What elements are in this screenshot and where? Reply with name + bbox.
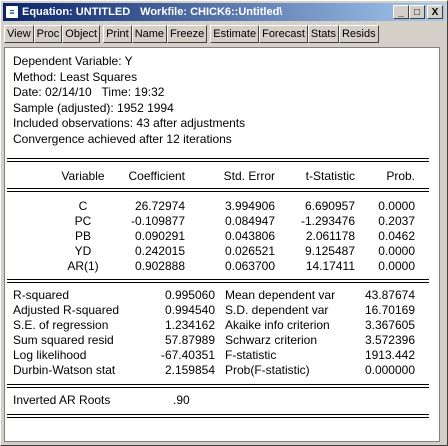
print-button[interactable]: Print bbox=[103, 25, 132, 43]
output-pane[interactable]: Dependent Variable: Y Method: Least Squa… bbox=[4, 47, 440, 442]
stat-label: Mean dependent var bbox=[225, 288, 336, 302]
divider bbox=[7, 279, 429, 283]
maximize-button[interactable]: □ bbox=[409, 5, 425, 19]
stat-label: Schwarz criterion bbox=[225, 333, 318, 347]
window-title: Equation: UNTITLED bbox=[22, 6, 131, 18]
stat-value: -67.40351 bbox=[160, 348, 215, 362]
table-cell: -0.109877 bbox=[130, 214, 185, 228]
toolbar: View Proc Object Print Name Freeze Estim… bbox=[4, 25, 379, 44]
stat-label: Prob(F-statistic) bbox=[225, 363, 310, 377]
view-button[interactable]: View bbox=[4, 25, 34, 43]
header-coefficient: Coefficient bbox=[128, 169, 185, 183]
table-cell: 0.063700 bbox=[224, 259, 275, 273]
title-bar[interactable]: ≡ Equation: UNTITLED Workfile: CHICK6::U… bbox=[3, 3, 445, 21]
stat-label: S.D. dependent var bbox=[225, 303, 329, 317]
estimate-button[interactable]: Estimate bbox=[210, 25, 260, 43]
divider bbox=[7, 188, 429, 192]
table-cell: 0.090291 bbox=[134, 229, 185, 243]
header-std-error: Std. Error bbox=[223, 169, 275, 183]
stat-value: 2.159854 bbox=[164, 363, 215, 377]
stat-value: 0.000000 bbox=[364, 363, 415, 377]
method: Method: Least Squares bbox=[13, 69, 138, 84]
dependent-variable: Dependent Variable: Y bbox=[13, 54, 133, 68]
stat-label: R-squared bbox=[13, 288, 70, 302]
table-cell: 0.084947 bbox=[224, 214, 275, 228]
table-cell: 0.2037 bbox=[378, 214, 415, 228]
stat-label: Log likelihood bbox=[13, 348, 87, 362]
stat-label: Adjusted R-squared bbox=[13, 303, 120, 317]
divider bbox=[7, 384, 429, 388]
object-button[interactable]: Object bbox=[62, 25, 101, 43]
forecast-button[interactable]: Forecast bbox=[259, 25, 308, 43]
divider bbox=[7, 414, 429, 418]
freeze-button[interactable]: Freeze bbox=[167, 25, 208, 43]
name-button[interactable]: Name bbox=[131, 25, 168, 43]
stat-label: Durbin-Watson stat bbox=[13, 363, 116, 377]
table-cell: 0.902888 bbox=[134, 259, 185, 273]
convergence: Convergence achieved after 12 iterations bbox=[13, 131, 232, 146]
inverted-ar-roots-value: .90 bbox=[173, 393, 190, 407]
table-cell: 0.0000 bbox=[378, 244, 415, 258]
table-cell: 26.72974 bbox=[134, 199, 185, 213]
stat-label: Sum squared resid bbox=[13, 333, 114, 347]
stat-value: 16.70169 bbox=[364, 303, 415, 317]
divider bbox=[7, 158, 429, 162]
stat-label: F-statistic bbox=[225, 348, 277, 362]
header-prob: Prob. bbox=[386, 169, 415, 183]
resids-button[interactable]: Resids bbox=[338, 25, 379, 43]
minimize-button[interactable]: _ bbox=[393, 5, 409, 19]
table-cell: 0.026521 bbox=[224, 244, 275, 258]
inverted-ar-roots-label: Inverted AR Roots bbox=[13, 393, 111, 407]
eviews-window-icon: ≡ bbox=[5, 5, 19, 19]
table-cell: 3.994906 bbox=[224, 199, 275, 213]
date-time: Date: 02/14/10 Time: 19:32 bbox=[13, 85, 165, 99]
estimation-header: Dependent Variable: Y Method: Least Squa… bbox=[13, 54, 245, 147]
workfile-title: Workfile: CHICK6::Untitled\ bbox=[140, 6, 283, 18]
stat-value: 1.234162 bbox=[164, 318, 215, 332]
stat-label: S.E. of regression bbox=[13, 318, 109, 332]
stat-value: 0.994540 bbox=[164, 303, 215, 317]
table-cell: 0.043806 bbox=[224, 229, 275, 243]
table-cell: 0.0000 bbox=[378, 199, 415, 213]
table-cell: 0.0462 bbox=[378, 229, 415, 243]
stat-value: 3.367605 bbox=[364, 318, 415, 332]
included-observations: Included observations: 43 after adjustme… bbox=[13, 116, 246, 130]
close-button[interactable]: X bbox=[427, 5, 443, 19]
stat-value: 57.87989 bbox=[164, 333, 215, 347]
stat-value: 43.87674 bbox=[364, 288, 415, 302]
stat-label: Akaike info criterion bbox=[225, 318, 330, 332]
stat-value: 3.572396 bbox=[364, 333, 415, 347]
stats-button[interactable]: Stats bbox=[307, 25, 339, 43]
equation-window: ≡ Equation: UNTITLED Workfile: CHICK6::U… bbox=[0, 0, 448, 446]
table-cell: 0.242015 bbox=[134, 244, 185, 258]
table-cell: 0.0000 bbox=[378, 259, 415, 273]
proc-button[interactable]: Proc bbox=[33, 25, 63, 43]
sample: Sample (adjusted): 1952 1994 bbox=[13, 100, 174, 115]
stat-value: 0.995060 bbox=[164, 288, 215, 302]
stat-value: 1913.442 bbox=[364, 348, 415, 362]
